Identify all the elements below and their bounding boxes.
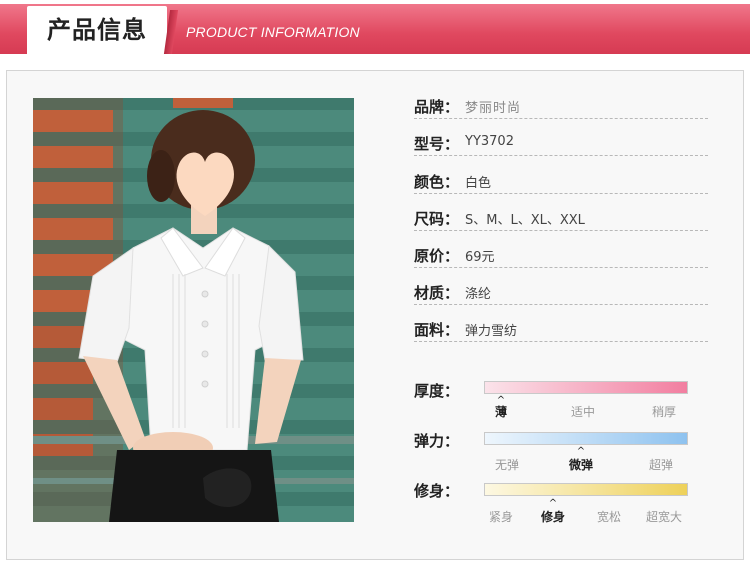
spec-key: 材质： <box>414 284 460 302</box>
scale-option: 适中 <box>570 405 596 419</box>
product-photo-illustration <box>33 98 354 522</box>
spec-value-size: S、M、L、XL、XXL <box>465 213 585 228</box>
scale-bar-thickness <box>484 381 688 394</box>
spec-value-brand: 梦丽时尚 <box>465 101 522 116</box>
scale-option-selected: 薄 <box>494 405 508 419</box>
scale-bar-fit <box>484 483 688 496</box>
product-photo <box>33 98 354 522</box>
spec-key: 尺码： <box>414 210 460 228</box>
scale-label-fit: 修身： <box>414 482 460 500</box>
spec-value-color: 白色 <box>465 176 492 191</box>
spec-row-price: 原价： 69元 <box>414 243 708 268</box>
spec-key: 型号： <box>414 135 460 153</box>
spec-key: 面料： <box>414 321 460 339</box>
spec-value-price: 69元 <box>465 250 495 265</box>
scale-option-selected: 微弹 <box>568 458 594 472</box>
spec-value-material: 涤纶 <box>465 287 492 302</box>
spec-row-model: 型号： YY3702 <box>414 131 708 156</box>
scale-option: 无弹 <box>494 458 520 472</box>
scale-option: 超弹 <box>648 458 674 472</box>
spec-value-model: YY3702 <box>465 134 514 149</box>
spec-row-material: 材质： 涤纶 <box>414 280 708 305</box>
scale-label-thickness: 厚度： <box>414 382 460 400</box>
spec-row-color: 颜色： 白色 <box>414 169 708 194</box>
scale-label-elasticity: 弹力： <box>414 432 460 450</box>
spec-value-fabric: 弹力雪纺 <box>465 324 518 339</box>
spec-key: 原价： <box>414 247 460 265</box>
skirt <box>109 450 279 522</box>
scale-option: 紧身 <box>488 510 514 524</box>
spec-key: 品牌： <box>414 98 460 116</box>
spec-row-size: 尺码： S、M、L、XL、XXL <box>414 206 708 231</box>
scale-option: 宽松 <box>596 510 622 524</box>
spec-row-brand: 品牌： 梦丽时尚 <box>414 94 708 119</box>
spec-key: 颜色： <box>414 173 460 191</box>
section-subtitle: PRODUCT INFORMATION <box>186 24 360 40</box>
scale-bar-elasticity <box>484 432 688 445</box>
scale-option-selected: 修身 <box>540 510 566 524</box>
section-title: 产品信息 <box>47 16 147 44</box>
scale-option: 稍厚 <box>651 405 677 419</box>
spec-row-fabric: 面料： 弹力雪纺 <box>414 317 708 342</box>
scale-option: 超宽大 <box>645 510 683 524</box>
